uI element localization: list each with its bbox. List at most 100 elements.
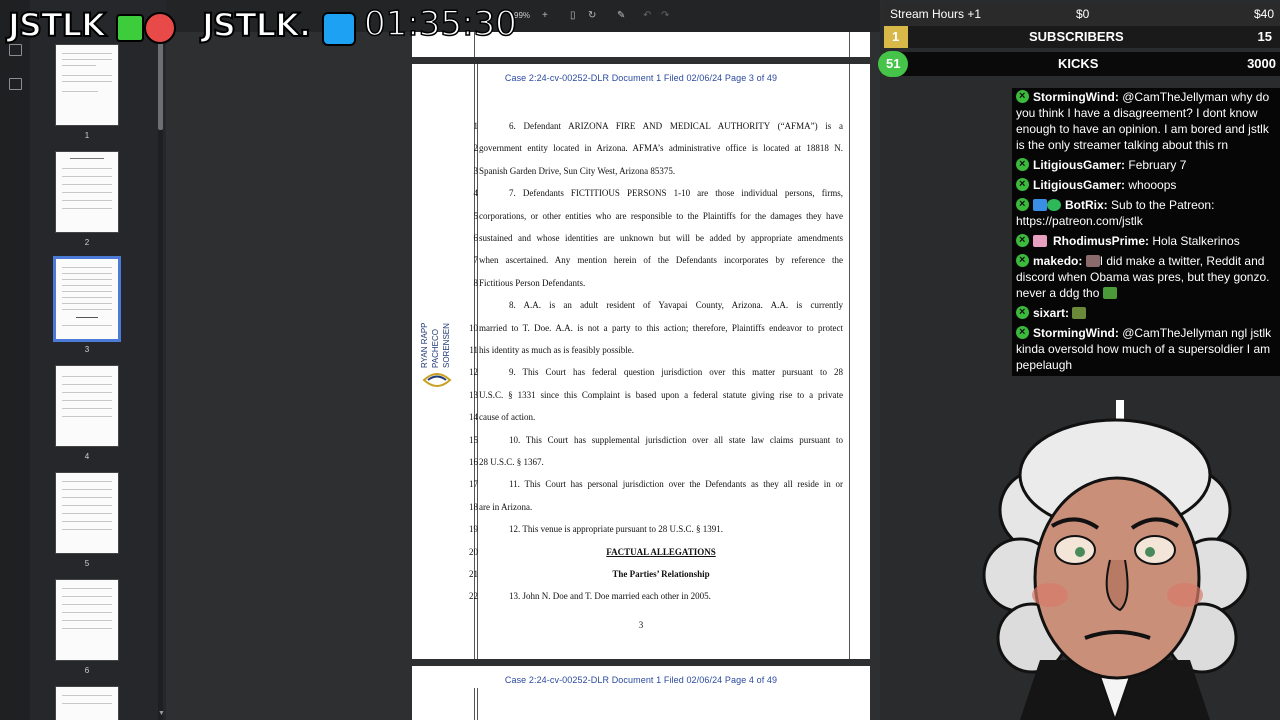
document-text-line: Fictitious Person Defendants.	[479, 277, 586, 288]
frog-emote-icon	[1072, 307, 1087, 319]
chat-message: LitigiousGamer: whooops	[1012, 176, 1280, 196]
firm-name-line: SORENSEN	[442, 323, 451, 368]
page-thumbnail[interactable]	[56, 152, 118, 232]
document-text-line: The Parties’ Relationship	[479, 569, 843, 579]
document-text-line: are in Arizona.	[479, 501, 533, 512]
scrollbar-thumb[interactable]	[158, 40, 163, 130]
line-number: 6	[473, 233, 479, 243]
chat-username[interactable]: StormingWind:	[1033, 90, 1119, 104]
document-text-line: his identity as much as is feasibly poss…	[479, 345, 634, 355]
line-number: 8	[473, 277, 479, 288]
document-text-line: 28 U.S.C. § 1367.	[479, 457, 544, 467]
pdf-page-next: Case 2:24-cv-00252-DLR Document 1 Filed …	[412, 666, 870, 720]
line-number: 7	[473, 255, 479, 266]
chat-message: StormingWind: @CamTheJellyman ngl jstlk …	[1012, 324, 1280, 376]
thumbnail-number: 6	[84, 666, 90, 675]
line-number: 10	[469, 322, 478, 333]
document-text-line: 9. This Court has federal question juris…	[509, 367, 843, 378]
section-heading: FACTUAL ALLEGATIONS	[606, 546, 716, 557]
redo-icon[interactable]: ↷	[661, 10, 669, 21]
thumbnail-scrollbar[interactable]	[158, 40, 163, 720]
chat-text: whooops	[1128, 178, 1177, 192]
kick-logo-icon	[116, 14, 144, 42]
chat-text: February 7	[1128, 158, 1187, 172]
verified-badge-icon	[1016, 232, 1029, 248]
verified-badge-icon	[1016, 304, 1029, 320]
kicks-goal: 51 KICKS 3000	[878, 51, 1280, 77]
page-thumbnail[interactable]	[56, 473, 118, 553]
line-number: 19	[469, 524, 478, 535]
chat-username[interactable]: StormingWind:	[1033, 326, 1119, 340]
fit-page-icon[interactable]: ▯	[570, 10, 576, 21]
bot-badge-icon	[1033, 199, 1047, 211]
scroll-down-arrow-icon[interactable]: ▼	[158, 710, 165, 717]
court-filing-header: Case 2:24-cv-00252-DLR Document 1 Filed …	[504, 73, 778, 83]
goal-target: 15	[1257, 29, 1272, 44]
goal-label: KICKS	[1058, 56, 1099, 71]
verified-badge-icon	[1016, 196, 1029, 212]
page-thumbnail-selected[interactable]	[56, 259, 118, 339]
twitter-icon	[322, 12, 356, 46]
document-text-line: 10. This Court has supplemental jurisdic…	[509, 434, 843, 445]
line-number: 11	[469, 345, 478, 355]
document-text-line: sustained and whose identities are unkno…	[479, 233, 843, 243]
line-number: 1	[473, 121, 479, 131]
bookmark-icon[interactable]	[9, 44, 22, 56]
line-number: 5	[473, 210, 479, 221]
document-text-line: cause of action.	[479, 412, 536, 423]
line-number: 18	[469, 501, 478, 512]
page-thumbnail[interactable]	[56, 45, 118, 125]
page-thumbnail[interactable]	[56, 580, 118, 660]
chat-message: LitigiousGamer: February 7	[1012, 156, 1280, 176]
document-text-line: 13. John N. Doe and T. Doe married each …	[509, 591, 711, 602]
annotate-icon[interactable]: ✎	[617, 10, 625, 21]
line-number: 2	[473, 143, 479, 154]
verified-badge-icon	[1016, 156, 1029, 172]
goal-end: $40	[1253, 7, 1274, 21]
thumbnail-number: 5	[84, 559, 90, 568]
stream-uptime: 01:35:30	[363, 3, 517, 45]
verified-star-icon	[1047, 199, 1061, 211]
stream-hours-goal: Stream Hours +1 $0 $40	[884, 3, 1280, 25]
chat-username[interactable]: RhodimusPrime:	[1053, 234, 1149, 248]
gift-badge-icon	[1033, 235, 1047, 247]
subscribers-goal: 1 SUBSCRIBERS 15	[884, 26, 1280, 48]
rotate-icon[interactable]: ↻	[588, 10, 596, 21]
undo-icon[interactable]: ↶	[643, 10, 651, 21]
face-emote-icon	[1085, 255, 1100, 267]
document-text-line: U.S.C. § 1331 since this Complaint is ba…	[479, 389, 843, 400]
line-number: 16	[469, 457, 478, 467]
firm-name-line: RYAN RAPP	[420, 322, 429, 369]
pepe-emote-icon	[1102, 287, 1117, 299]
thumbnail-number: 4	[84, 452, 90, 461]
document-text-line: FACTUAL ALLEGATIONS	[479, 547, 843, 557]
zoom-in-icon[interactable]: +	[542, 10, 548, 21]
verified-badge-icon	[1016, 176, 1029, 192]
verified-badge-icon	[1016, 324, 1029, 340]
document-text-line: when ascertained. Any mention herein of …	[479, 255, 843, 266]
line-number: 21	[469, 569, 478, 579]
document-text-line: corporations, or other entities who are …	[479, 210, 843, 221]
firm-emblem-icon	[422, 373, 452, 387]
document-text-line: 6. Defendant ARIZONA FIRE AND MEDICAL AU…	[509, 121, 843, 131]
goal-count: 51	[886, 56, 901, 71]
verified-badge-icon	[1016, 252, 1029, 268]
streamer-avatar	[982, 400, 1250, 720]
chat-username[interactable]: makedo:	[1033, 254, 1082, 268]
chat-message: sixart:	[1012, 304, 1280, 324]
chat-message: makedo: I did make a twitter, Reddit and…	[1012, 252, 1280, 304]
line-number: 15	[469, 434, 478, 445]
chat-username[interactable]: sixart:	[1033, 306, 1069, 320]
chat-username[interactable]: LitigiousGamer:	[1033, 178, 1125, 192]
thumbnail-number: 3	[84, 345, 90, 354]
page-thumbnail[interactable]	[56, 687, 118, 720]
thumbnail-number: 2	[84, 238, 90, 247]
page-thumbnail[interactable]	[56, 366, 118, 446]
chat-message: StormingWind: @CamTheJellyman why do you…	[1012, 88, 1280, 156]
chat-username[interactable]: LitigiousGamer:	[1033, 158, 1125, 172]
document-text-line: 7. Defendants FICTITIOUS PERSONS 1-10 ar…	[509, 188, 843, 199]
chat-username[interactable]: BotRix:	[1065, 198, 1108, 212]
outline-icon[interactable]	[9, 78, 22, 90]
document-text-line: Spanish Garden Drive, Sun City West, Ari…	[479, 165, 676, 176]
firm-logo: RYAN RAPP PACHECO SORENSEN	[418, 286, 458, 387]
